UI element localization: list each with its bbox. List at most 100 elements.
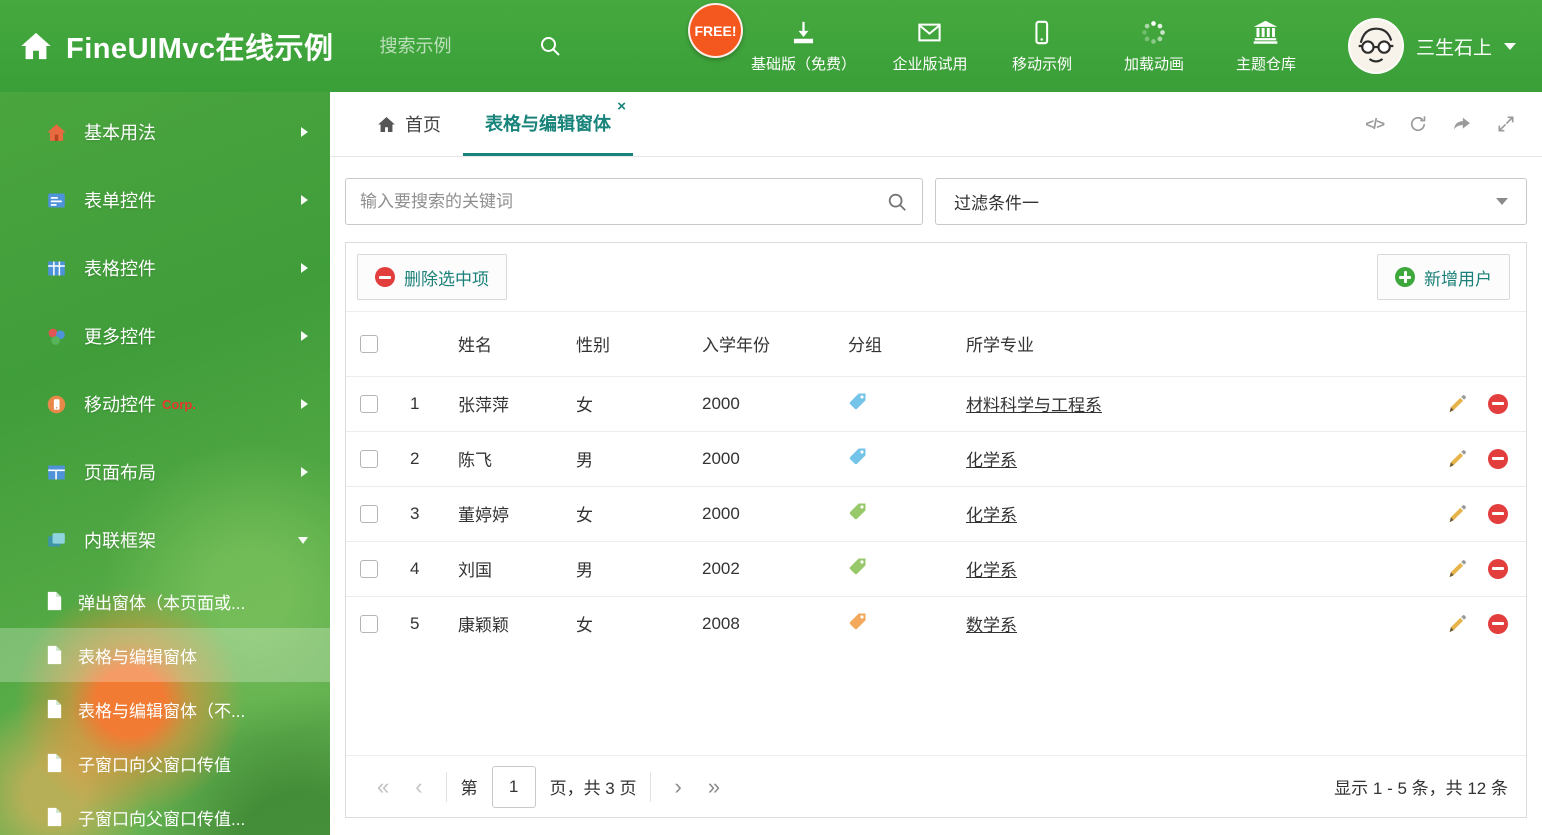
keyword-search-input[interactable] <box>360 191 876 212</box>
tag-icon[interactable] <box>848 446 868 466</box>
file-icon <box>47 591 62 611</box>
cell-name: 刘国 <box>458 561 492 580</box>
major-link[interactable]: 数学系 <box>966 616 1017 635</box>
edit-icon[interactable] <box>1446 613 1468 635</box>
free-badge: FREE! <box>688 3 743 58</box>
tab-grid-edit-window[interactable]: 表格与编辑窗体 × <box>463 92 633 156</box>
pager-divider <box>445 771 447 802</box>
major-link[interactable]: 材料科学与工程系 <box>966 396 1102 415</box>
nav-item-loading-animation[interactable]: 加载动画 <box>1116 19 1192 74</box>
header-search <box>379 34 590 58</box>
frame-icon <box>48 532 65 547</box>
nav-item-mobile-demo[interactable]: 移动示例 <box>1004 19 1080 74</box>
table-row: 1 张萍萍 女 2000 材料科学与工程系 <box>346 376 1526 431</box>
close-icon[interactable]: × <box>617 99 626 114</box>
brand[interactable]: FineUIMvc在线示例 <box>20 25 334 67</box>
sidebar-subitem-child-to-parent[interactable]: 子窗口向父窗口传值 <box>0 736 330 790</box>
grid-panel: 删除选中项 新增用户 姓名 性别 入学年份 分组 所学专业 1 张萍萍 女 20… <box>345 242 1527 818</box>
row-checkbox[interactable] <box>360 615 378 634</box>
chevron-right-icon <box>301 399 308 409</box>
main-area: 首页 表格与编辑窗体 × </> 输入要搜索的关键词 过滤条件一 删除选中项 新… <box>330 92 1542 835</box>
nav-item-basic-free[interactable]: 基础版（免费） <box>751 19 856 74</box>
column-header-actions <box>1414 312 1526 376</box>
cell-year: 2000 <box>702 448 740 468</box>
sidebar-subitem-grid-edit-window-2[interactable]: 表格与编辑窗体（不... <box>0 682 330 736</box>
tab-label: 表格与编辑窗体 <box>485 113 611 134</box>
sidebar-item-inline-frame[interactable]: 内联框架 <box>0 506 330 574</box>
nav-item-enterprise-trial[interactable]: 企业版试用 <box>892 19 968 74</box>
delete-icon[interactable] <box>1488 613 1508 634</box>
row-checkbox[interactable] <box>360 560 378 579</box>
delete-selected-button[interactable]: 删除选中项 <box>357 254 507 300</box>
user-menu[interactable]: 三生石上 <box>1347 18 1516 74</box>
edit-icon[interactable] <box>1446 558 1468 580</box>
delete-icon[interactable] <box>1488 558 1508 579</box>
tag-icon[interactable] <box>848 556 868 576</box>
table-row: 3 董婷婷 女 2000 化学系 <box>346 486 1526 541</box>
sidebar-subitem-label: 子窗口向父窗口传值 <box>78 755 231 775</box>
row-checkbox[interactable] <box>360 395 378 414</box>
share-icon[interactable] <box>1452 114 1472 134</box>
delete-icon[interactable] <box>1488 503 1508 524</box>
row-checkbox[interactable] <box>360 450 378 469</box>
edit-icon[interactable] <box>1446 503 1468 525</box>
row-number: 4 <box>410 558 420 578</box>
major-link[interactable]: 化学系 <box>966 451 1017 470</box>
sidebar-item-mobile-controls[interactable]: 移动控件 Corp. <box>0 370 330 438</box>
keyword-search <box>345 178 923 225</box>
tag-icon[interactable] <box>848 391 868 411</box>
file-icon <box>47 645 62 665</box>
layout-icon <box>48 465 65 479</box>
tag-icon[interactable] <box>848 611 868 631</box>
page-suffix: 页，共 3 页 <box>549 779 637 798</box>
select-all-checkbox[interactable] <box>360 335 378 354</box>
chevron-right-icon <box>301 331 308 341</box>
tag-icon[interactable] <box>848 501 868 521</box>
sidebar: 基本用法 表单控件 表格控件 更多控件 移动控件 Corp. 页面布局 内联框架… <box>0 92 330 835</box>
sidebar-subitem-popup-window[interactable]: 弹出窗体（本页面或... <box>0 574 330 628</box>
sidebar-subitem-grid-edit-window[interactable]: 表格与编辑窗体 <box>0 628 330 682</box>
add-user-button[interactable]: 新增用户 <box>1377 254 1510 300</box>
cell-gender: 男 <box>576 451 593 470</box>
app-window: FineUIMvc在线示例 FREE! 基础版（免费） 企业版试用 移动示例 加… <box>0 0 1542 835</box>
edit-icon[interactable] <box>1446 393 1468 415</box>
next-page-button[interactable]: › <box>661 775 694 798</box>
row-checkbox[interactable] <box>360 505 378 524</box>
spinner-icon <box>1142 20 1166 44</box>
major-link[interactable]: 化学系 <box>966 561 1017 580</box>
last-page-button[interactable]: » <box>695 775 733 798</box>
controls-icon <box>48 328 65 345</box>
sidebar-item-form-controls[interactable]: 表单控件 <box>0 166 330 234</box>
cell-gender: 女 <box>576 616 593 636</box>
sidebar-item-grid-controls[interactable]: 表格控件 <box>0 234 330 302</box>
filter-dropdown[interactable]: 过滤条件一 <box>935 178 1527 225</box>
cell-gender: 女 <box>576 396 593 415</box>
delete-icon[interactable] <box>1488 448 1508 469</box>
search-icon[interactable] <box>538 34 562 58</box>
refresh-icon[interactable] <box>1408 114 1428 134</box>
nav-item-theme-repo[interactable]: 主题仓库 <box>1228 19 1304 74</box>
tab-home[interactable]: 首页 <box>355 92 463 156</box>
code-icon[interactable]: </> <box>1365 116 1385 133</box>
username: 三生石上 <box>1415 37 1492 59</box>
grid-toolbar: 删除选中项 新增用户 <box>346 243 1526 312</box>
header-search-input[interactable] <box>379 35 530 57</box>
sidebar-subitem-child-to-parent-2[interactable]: 子窗口向父窗口传值... <box>0 790 330 835</box>
tab-label: 首页 <box>405 115 441 135</box>
cell-year: 2008 <box>702 613 740 633</box>
first-page-button[interactable]: « <box>364 775 402 798</box>
sidebar-item-basic-usage[interactable]: 基本用法 <box>0 98 330 166</box>
major-link[interactable]: 化学系 <box>966 506 1017 525</box>
prev-page-button[interactable]: ‹ <box>402 775 435 798</box>
sidebar-item-page-layout[interactable]: 页面布局 <box>0 438 330 506</box>
expand-icon[interactable] <box>1496 114 1516 134</box>
file-icon <box>47 753 62 773</box>
edit-icon[interactable] <box>1446 448 1468 470</box>
page-number-input[interactable] <box>491 765 536 808</box>
tab-bar: 首页 表格与编辑窗体 × </> <box>330 92 1542 157</box>
sidebar-item-more-controls[interactable]: 更多控件 <box>0 302 330 370</box>
house-icon <box>47 123 66 141</box>
delete-icon[interactable] <box>1488 393 1508 414</box>
file-icon <box>47 807 62 827</box>
search-icon[interactable] <box>886 191 908 213</box>
